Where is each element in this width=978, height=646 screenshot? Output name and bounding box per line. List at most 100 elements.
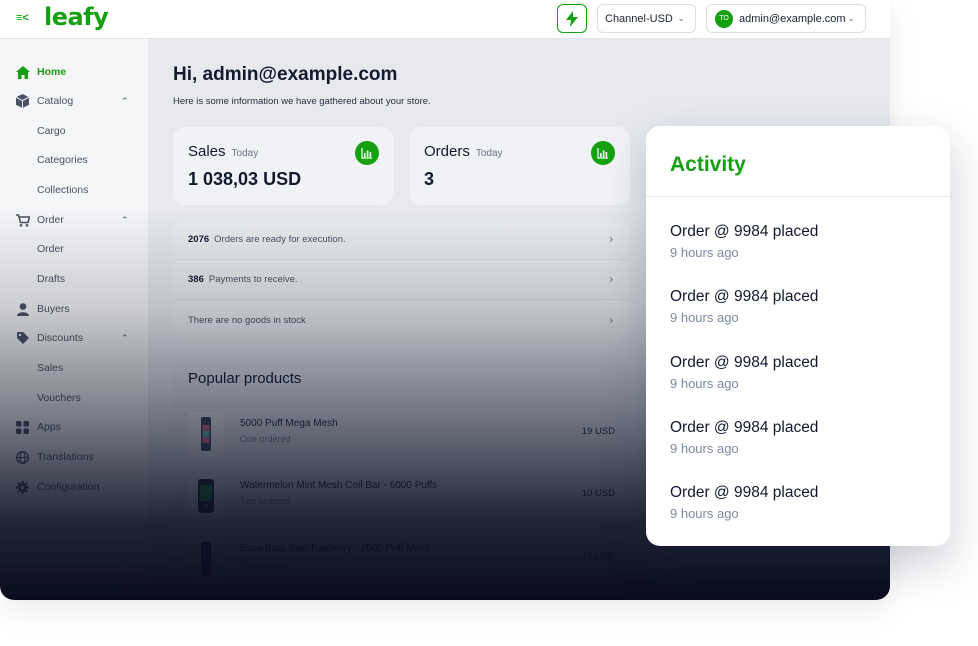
sidebar-item-home[interactable]: Home [0, 60, 149, 84]
product-image [188, 474, 224, 518]
apps-grid-icon [15, 420, 30, 435]
sidebar-item-drafts[interactable]: Drafts [0, 267, 149, 291]
product-row[interactable]: Watermelon Mint Mesh Coil Bar - 6000 Puf… [173, 472, 630, 532]
activity-item[interactable]: Order @ 9984 placed 9 hours ago [670, 288, 930, 325]
box-icon [15, 94, 30, 109]
gear-icon [15, 480, 30, 495]
chevron-up-icon: ⌃ [121, 95, 129, 106]
sidebar-item-label: Categories [37, 154, 88, 166]
activity-item-text: Order @ 9984 placed [670, 223, 819, 240]
notice-count: 2076 [188, 234, 210, 245]
notice-count: 386 [188, 274, 204, 285]
quick-actions-button[interactable] [557, 4, 587, 33]
globe-icon [15, 450, 30, 465]
activity-item-time: 9 hours ago [670, 441, 739, 456]
orders-title: Orders [424, 143, 470, 160]
activity-item[interactable]: Order @ 9984 placed 9 hours ago [670, 354, 930, 391]
page-subtitle: Here is some information we have gathere… [173, 96, 431, 107]
chart-icon [591, 141, 615, 165]
sidebar-item-label: Cargo [37, 125, 66, 137]
chevron-right-icon: › [609, 274, 613, 285]
chevron-right-icon: › [609, 314, 613, 326]
user-email: admin@example.com [739, 12, 846, 25]
activity-item[interactable]: Order @ 9984 placed 9 hours ago [670, 484, 930, 521]
sales-card[interactable]: Sales Today 1 038,03 USD [173, 127, 394, 205]
sidebar-item-label: Catalog [37, 95, 74, 107]
activity-item-time: 9 hours ago [670, 376, 739, 391]
orders-card-title: Orders Today [424, 143, 503, 160]
product-price: 19 USD [581, 426, 615, 437]
orders-period: Today [475, 148, 503, 159]
chevron-down-icon: ⌄ [677, 13, 685, 23]
activity-item-text: Order @ 9984 placed [670, 484, 819, 501]
page-title: Hi, admin@example.com [173, 64, 398, 85]
activity-item[interactable]: Order @ 9984 placed 9 hours ago [670, 419, 930, 456]
sidebar-item-buyers[interactable]: Buyers [0, 297, 149, 321]
product-image [188, 537, 224, 581]
notice-row-payments[interactable]: 386 Payments to receive. › [173, 260, 630, 300]
orders-card[interactable]: Orders Today 3 [409, 127, 630, 205]
product-image [188, 412, 224, 456]
sidebar-item-vouchers[interactable]: Vouchers [0, 386, 149, 410]
product-row[interactable]: 5000 Puff Mega Mesh One ordered 19 USD [173, 410, 630, 470]
sidebar-item-label: Order [37, 243, 64, 255]
activity-card: Activity Order @ 9984 placed 9 hours ago… [646, 126, 950, 546]
chevron-right-icon: › [609, 234, 613, 245]
divider [646, 196, 950, 197]
home-icon [15, 65, 30, 80]
activity-title: Activity [670, 153, 746, 176]
sidebar-item-label: Apps [37, 421, 61, 433]
channel-select-value: Channel-USD [605, 12, 673, 25]
activity-item-time: 9 hours ago [670, 506, 739, 521]
sales-title: Sales [188, 143, 226, 160]
product-ordered-count: One ordered [240, 434, 291, 444]
menu-toggle-icon[interactable]: ≡< [16, 11, 30, 25]
product-row[interactable]: Esco Bars Blue Rasberry - 2500 Puff Mesh… [173, 535, 630, 595]
sales-period: Today [231, 148, 259, 159]
sidebar-item-label: Buyers [37, 303, 70, 315]
sidebar-item-label: Home [37, 66, 67, 78]
sidebar-item-catalog[interactable]: Catalog ⌃ [0, 89, 149, 113]
activity-item[interactable]: Order @ 9984 placed 9 hours ago [670, 223, 930, 260]
lightning-icon [566, 10, 578, 27]
screenshot-stage: ≡< leafy Channel-USD ⌄ TO admin@example.… [0, 0, 978, 646]
product-price: 10 USD [581, 488, 615, 499]
product-name: Esco Bars Blue Rasberry - 2500 Puff Mesh [240, 543, 431, 554]
user-menu[interactable]: TO admin@example.com ⌄ [706, 4, 866, 33]
sidebar-item-configuration[interactable]: Configuration [0, 475, 149, 499]
sidebar-item-order[interactable]: Order [0, 237, 149, 261]
activity-item-text: Order @ 9984 placed [670, 419, 819, 436]
notice-text: Payments to receive. [208, 274, 298, 285]
popular-products-panel: Popular products 5000 Puff Mega Mesh One… [173, 355, 630, 600]
user-avatar: TO [715, 9, 733, 28]
popular-products-title: Popular products [188, 370, 302, 387]
product-price: 19 USD [581, 551, 615, 562]
sidebar-item-collections[interactable]: Collections [0, 178, 149, 202]
channel-select[interactable]: Channel-USD ⌄ [597, 4, 696, 33]
chart-icon [355, 141, 379, 165]
sidebar-item-categories[interactable]: Categories [0, 148, 149, 172]
chevron-up-icon: ⌃ [121, 332, 129, 343]
orders-value: 3 [424, 169, 435, 189]
sidebar-item-label: Collections [37, 184, 89, 196]
activity-item-time: 9 hours ago [670, 310, 739, 325]
sidebar-item-cargo[interactable]: Cargo [0, 119, 149, 143]
sidebar-item-translations[interactable]: Translations [0, 445, 149, 469]
product-ordered-count: Five ordered [240, 559, 291, 569]
leafy-logo[interactable]: leafy [44, 3, 109, 31]
sidebar-item-label: Translations [37, 451, 94, 463]
notices-panel: 2076 Orders are ready for execution. › 3… [173, 220, 630, 340]
sidebar-item-discounts[interactable]: Discounts ⌃ [0, 326, 149, 350]
sidebar-item-sales[interactable]: Sales [0, 356, 149, 380]
activity-item-text: Order @ 9984 placed [670, 288, 819, 305]
sales-value: 1 038,03 USD [188, 169, 302, 189]
sidebar-item-label: Vouchers [37, 392, 81, 404]
product-name: Watermelon Mint Mesh Coil Bar - 6000 Puf… [240, 480, 438, 491]
activity-item-text: Order @ 9984 placed [670, 354, 819, 371]
sidebar-item-label: Discounts [37, 332, 84, 344]
notice-text: There are no goods in stock [188, 314, 306, 326]
sidebar-item-apps[interactable]: Apps [0, 415, 149, 439]
notice-row-stock[interactable]: There are no goods in stock › [173, 300, 630, 340]
notice-row-orders[interactable]: 2076 Orders are ready for execution. › [173, 220, 630, 260]
sidebar-item-order-group[interactable]: Order ⌃ [0, 208, 149, 232]
